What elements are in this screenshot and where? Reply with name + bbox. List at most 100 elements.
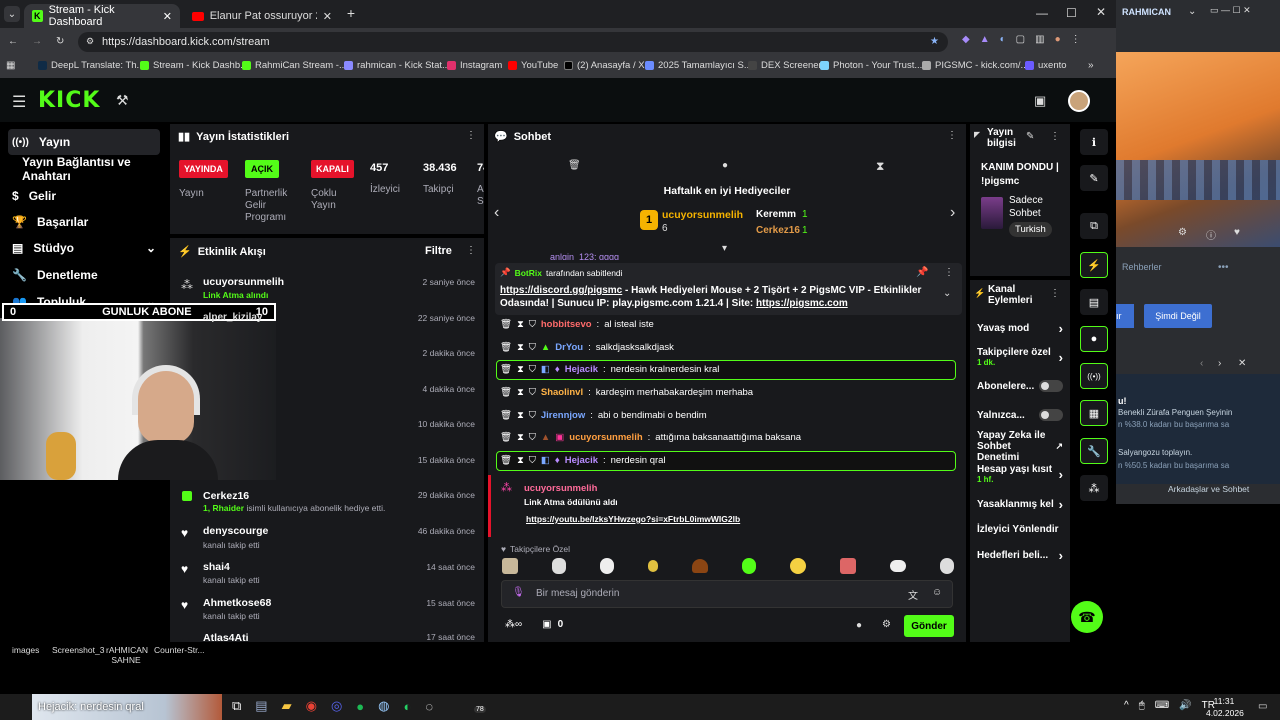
chat-username[interactable]: Jirennjow xyxy=(541,410,585,421)
collapse-icon[interactable]: ▾ xyxy=(722,243,727,254)
bookmark-item[interactable]: 2025 Tamamlayıcı S... xyxy=(645,60,752,71)
info-icon[interactable]: ⓘ xyxy=(1206,227,1216,242)
pinned-site-link[interactable]: https://pigsmc.com xyxy=(756,298,848,309)
spotify-icon[interactable]: ● xyxy=(356,699,364,714)
bookmark-item[interactable]: PIGSMC - kick.com/... xyxy=(922,60,1028,71)
kick-logo[interactable]: KICK xyxy=(38,88,100,113)
timeout-icon[interactable]: ⧗ xyxy=(517,455,524,466)
menu-kebab-icon[interactable]: ⋮ xyxy=(1071,34,1081,45)
extension-icon[interactable]: ◆ xyxy=(962,34,970,45)
chat-icon[interactable]: ● xyxy=(1080,326,1108,352)
trash-icon[interactable]: 🗑 xyxy=(500,410,512,421)
not-now-button[interactable]: Şimdi Değil xyxy=(1144,304,1212,328)
volume-icon[interactable]: 🔊 xyxy=(1179,700,1191,711)
maximize-icon[interactable]: ☐ xyxy=(1066,6,1077,20)
action-raid[interactable]: İzleyici Yönlendir xyxy=(977,524,1063,535)
explorer-icon[interactable]: ▤ xyxy=(255,698,267,714)
emote[interactable] xyxy=(692,559,708,573)
task-view-icon[interactable]: ⧉ xyxy=(232,698,241,714)
action-subscribers-only[interactable]: Abonelere... xyxy=(977,380,1063,392)
partial-button[interactable]: ır xyxy=(1116,304,1134,328)
action-set-goals[interactable]: Hedefleri beli... › xyxy=(977,548,1063,563)
user-avatar[interactable] xyxy=(1068,90,1090,112)
kebab-menu-icon[interactable]: ⋮ xyxy=(1050,288,1060,299)
sidebar-icon[interactable]: ▥ xyxy=(1035,34,1044,45)
close-icon[interactable]: ✕ xyxy=(163,10,172,23)
chat-message[interactable]: 🗑 ⧗ ⛉ ▲ ▣ ucuyorsunmelih: attığıma baksanaat… xyxy=(500,432,801,443)
bookmark-item[interactable]: Instagram xyxy=(447,60,502,71)
emote[interactable] xyxy=(840,558,856,574)
bookmark-item[interactable]: (2) Anasayfa / X xyxy=(564,60,645,71)
address-bar[interactable]: https://dashboard.kick.com/stream xyxy=(78,32,948,52)
reload-icon[interactable]: ↻ xyxy=(56,36,64,47)
hammer-icon[interactable]: ⚒ xyxy=(116,92,129,109)
forward-icon[interactable]: → xyxy=(32,36,42,47)
bookmark-item[interactable]: uxento xyxy=(1025,60,1067,71)
emote[interactable] xyxy=(890,560,906,572)
chat-message[interactable]: 🗑 ⧗ ⛉ Shaolinvl: kardeşim merhabakardeşim … xyxy=(500,387,753,398)
discord-icon[interactable]: ◎ xyxy=(331,698,342,714)
sidebar-item-stream-key[interactable]: Yayın Bağlantısı ve Anahtarı xyxy=(8,155,168,183)
clock-date[interactable]: 4.02.2026 xyxy=(1206,708,1244,718)
bookmark-item[interactable]: Stream - Kick Dashb... xyxy=(140,60,248,71)
send-button[interactable]: Gönder xyxy=(904,615,954,637)
gear-icon[interactable]: ⚙ xyxy=(1178,227,1187,238)
translate-icon[interactable]: 文 xyxy=(908,587,918,602)
chat-username[interactable]: hobbitsevo xyxy=(541,319,592,330)
reward-link[interactable]: https://youtu.be/lzksYHwzego?si=xFtrbL0i… xyxy=(526,514,740,524)
sidebar-item-studyo[interactable]: ▤ Stüdyo ⌄ xyxy=(8,235,160,261)
trash-icon[interactable]: 🗑 xyxy=(500,387,512,398)
steam-icon[interactable]: ◍ xyxy=(378,698,389,714)
chevron-right-icon[interactable]: › xyxy=(1218,358,1221,369)
kebab-menu-icon[interactable]: ⋮ xyxy=(947,130,957,141)
more-bookmarks-icon[interactable]: » xyxy=(1088,60,1094,71)
kebab-menu-icon[interactable]: ⋮ xyxy=(466,130,476,141)
chat-message[interactable]: 🗑 ⧗ ⛉ ▲ DrYou: salkdjasksalkdjask xyxy=(500,342,674,353)
sidebar-item-denetleme[interactable]: 🔧 Denetleme xyxy=(8,262,160,288)
folder-icon[interactable]: ▰ xyxy=(282,698,292,714)
bookmark-item[interactable]: Photon - Your Trust... xyxy=(820,60,922,71)
trash-icon[interactable]: 🗑 xyxy=(500,364,512,375)
hamburger-menu-icon[interactable]: ☰ xyxy=(12,92,26,112)
notification-toast[interactable]: Hejacik: nerdesin qral xyxy=(32,694,222,720)
screen-icon[interactable]: ⧉ xyxy=(1080,213,1108,239)
emote[interactable] xyxy=(742,558,756,574)
new-tab-icon[interactable]: + xyxy=(344,5,358,21)
timeout-icon[interactable]: ⧗ xyxy=(517,342,524,353)
chat-message[interactable]: 🗑 ⧗ ⛉ hobbitsevo: al isteal iste xyxy=(500,319,654,330)
info-icon[interactable]: ℹ xyxy=(1080,129,1108,155)
emote[interactable] xyxy=(502,558,518,574)
action-ai-moderation[interactable]: Yapay Zeka ile Sohbet Denetimi ↗ xyxy=(977,430,1063,463)
camera-icon[interactable]: ▣ xyxy=(1034,93,1046,109)
more-icon[interactable]: ••• xyxy=(1218,262,1229,273)
chevron-left-icon[interactable]: ‹ xyxy=(494,204,499,222)
filter-button[interactable]: Filtre xyxy=(425,245,452,257)
edit-icon[interactable]: ✎ xyxy=(1080,165,1108,191)
chat-message[interactable]: 🗑 ⧗ ⛉ ◧ ♦ Hejacik: nerdesin kralnerdesin kra… xyxy=(500,364,719,375)
back-icon[interactable]: ← xyxy=(8,36,18,47)
kebab-menu-icon[interactable]: ⋮ xyxy=(1050,131,1060,142)
kebab-menu-icon[interactable]: ⋮ xyxy=(944,267,954,278)
layout-icon[interactable]: ▦ xyxy=(1080,400,1108,426)
document-icon[interactable]: ▤ xyxy=(1080,289,1108,315)
profile-avatar-icon[interactable]: ● xyxy=(1055,34,1061,45)
trash-icon[interactable]: 🗑 xyxy=(500,455,512,466)
timeout-icon[interactable]: ⧗ xyxy=(517,432,524,443)
desktop-icon-label[interactable]: Counter-Str... xyxy=(154,645,205,655)
action-followers-only[interactable]: Takipçilere özel 1 dk. › xyxy=(977,347,1063,367)
hourglass-icon[interactable]: ⧗ xyxy=(876,159,884,174)
trash-icon[interactable]: 🗑 xyxy=(500,432,512,443)
action-banned-words[interactable]: Yasaklanmış kel › xyxy=(977,497,1063,512)
pinned-link[interactable]: https://discord.gg/pigsmc xyxy=(500,285,622,296)
desktop-icon-label[interactable]: rAHMICAN SAHNE xyxy=(106,645,148,665)
timeout-icon[interactable]: ⧗ xyxy=(517,410,524,421)
bookmark-item[interactable]: DEX Screener xyxy=(748,60,822,71)
channel-points-icon[interactable]: ⁂∞ xyxy=(505,619,522,630)
sidebar-item-basarilar[interactable]: 🏆 Başarılar xyxy=(8,209,160,235)
bookmark-item[interactable]: DeepL Translate: Th... xyxy=(38,60,144,71)
minimize-icon[interactable]: — xyxy=(1036,6,1048,20)
chrome-icon[interactable]: ◉ xyxy=(306,698,317,714)
support-button[interactable]: ☎ xyxy=(1071,601,1103,633)
emote[interactable] xyxy=(790,558,806,574)
pin-icon[interactable]: 📌 xyxy=(916,267,928,278)
